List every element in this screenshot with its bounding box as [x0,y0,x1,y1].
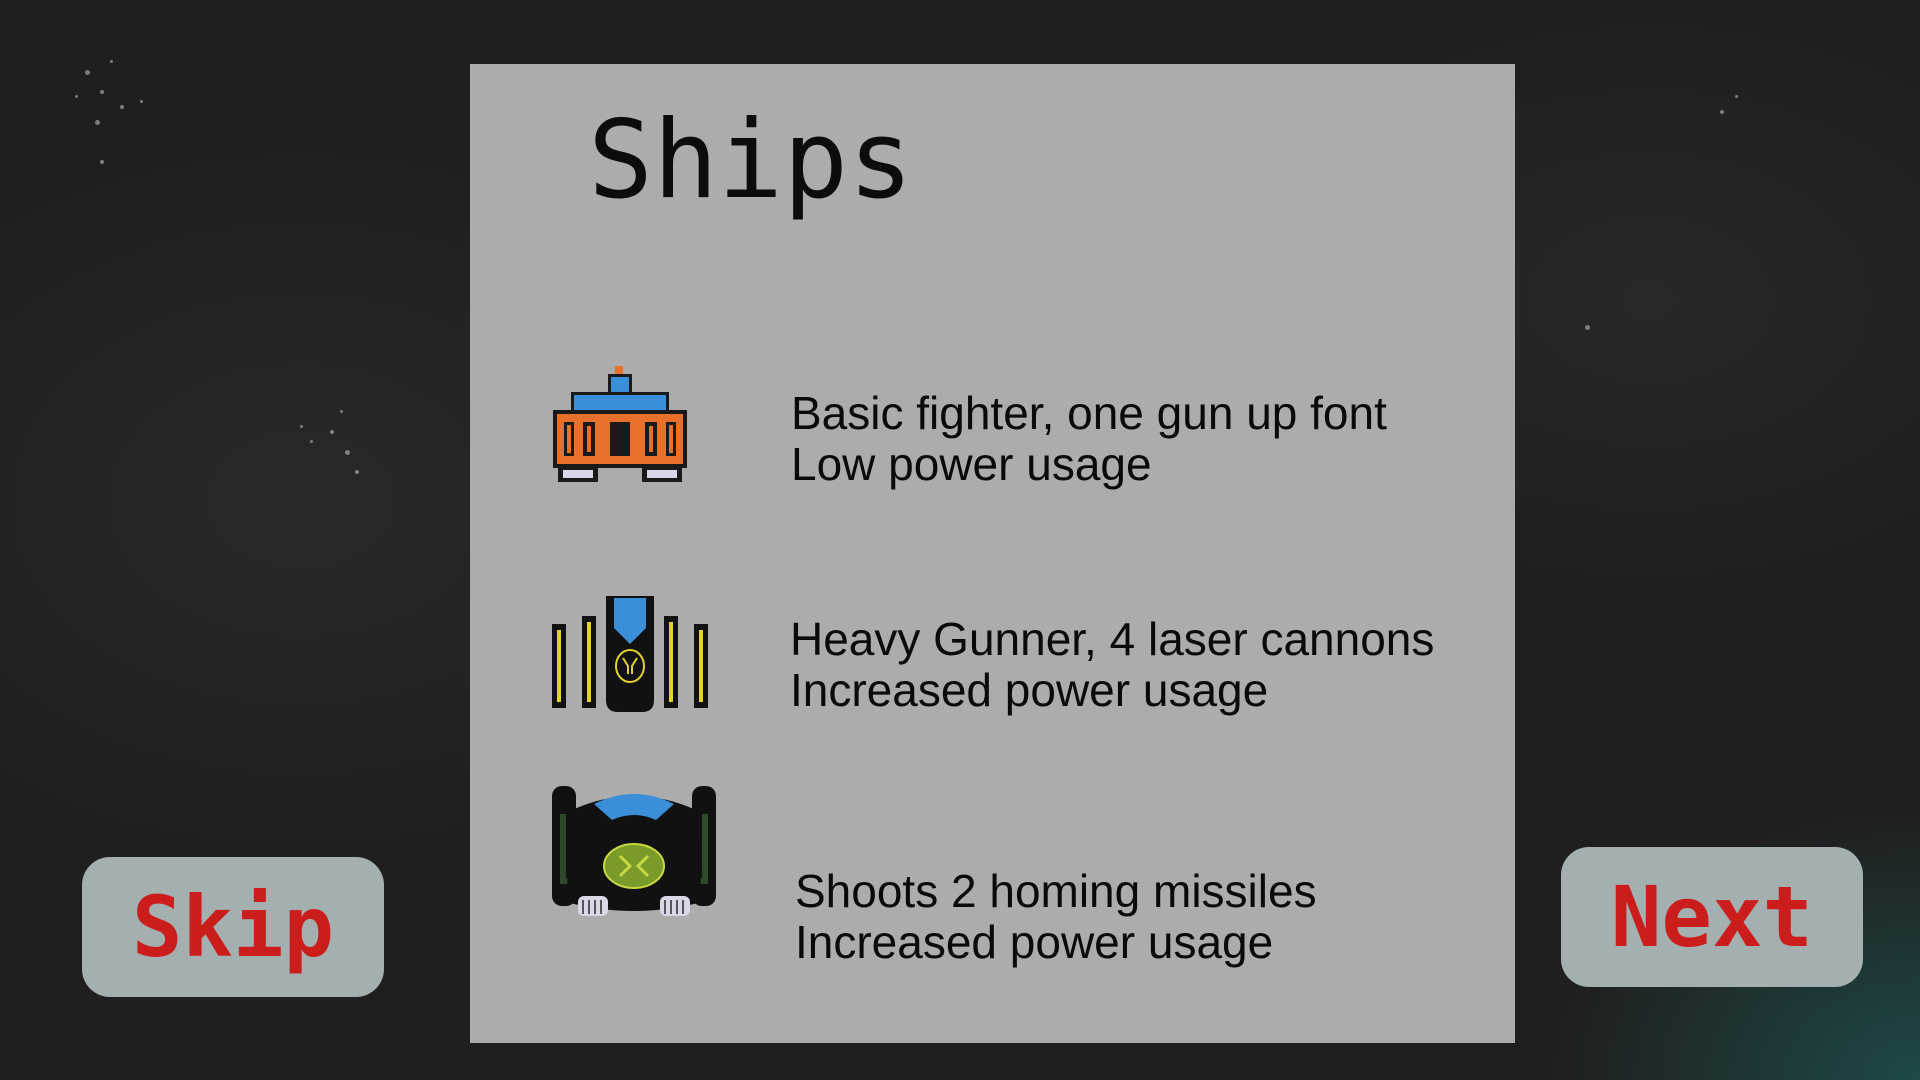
basic-fighter-ship-icon [553,366,687,482]
speckle [1585,325,1590,330]
ship-row-heavy-gunner: Heavy Gunner, 4 laser cannons Increased … [470,524,1515,724]
speckle [310,440,313,443]
speckle [95,120,100,125]
ship-description-line1: Heavy Gunner, 4 laser cannons [790,613,1435,665]
speckle [110,60,113,63]
ship-description-line2: Low power usage [791,438,1152,490]
ship-description: Heavy Gunner, 4 laser cannons Increased … [790,614,1434,716]
speckle [345,450,350,455]
ship-row-homing-missile: Shoots 2 homing missiles Increased power… [470,764,1515,968]
speckle [140,100,143,103]
speckle [85,70,90,75]
speckle [340,410,343,413]
speckle [355,470,359,474]
ship-description: Basic fighter, one gun up font Low power… [791,388,1387,490]
ships-info-panel: Ships Basic fighter, one gun up font Low… [470,64,1515,1043]
ship-description-line1: Shoots 2 homing missiles [795,865,1317,917]
heavy-gunner-ship-icon [552,596,708,712]
speckle [120,105,124,109]
speckle [100,160,104,164]
next-button[interactable]: Next [1561,847,1863,987]
ship-description-line2: Increased power usage [790,664,1269,716]
speckle [1720,110,1724,114]
speckle [330,430,334,434]
speckle [100,90,104,94]
page-title: Ships [588,98,914,223]
ship-description-line2: Increased power usage [795,916,1274,968]
skip-button[interactable]: Skip [82,857,384,997]
speckle [75,95,78,98]
homing-missile-ship-icon [552,786,716,916]
ship-description: Shoots 2 homing missiles Increased power… [795,866,1317,968]
ship-description-line1: Basic fighter, one gun up font [791,387,1387,439]
speckle [1735,95,1738,98]
ship-row-basic-fighter: Basic fighter, one gun up font Low power… [470,304,1515,504]
speckle [300,425,303,428]
